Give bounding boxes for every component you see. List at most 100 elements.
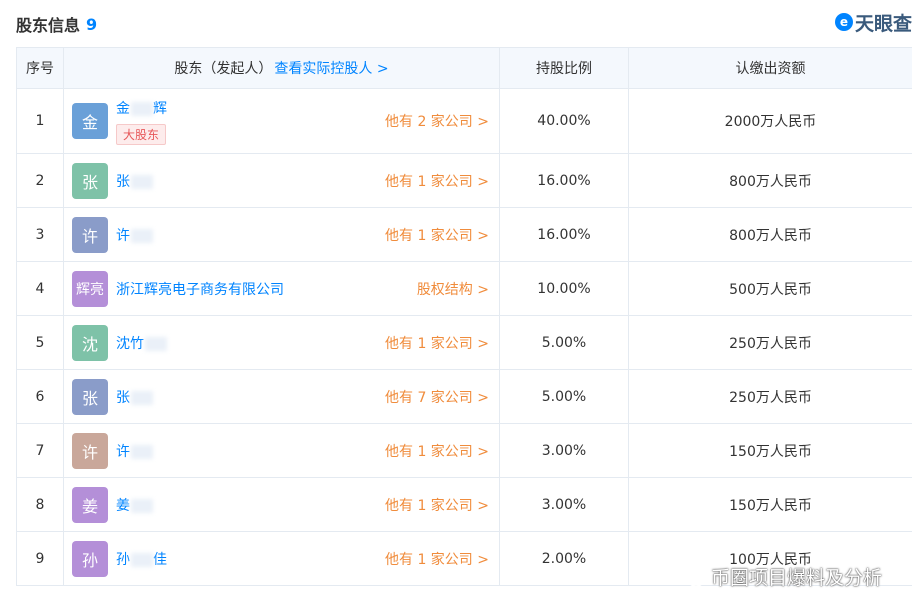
row-index: 9 [16,532,63,585]
shareholder-name: 姜 [116,497,130,514]
table-row: 5 沈沈竹 他有 1 家公司 > 5.00% 250万人民币 [16,316,912,370]
view-actual-controller-link[interactable]: 查看实际控股人 > [274,58,388,78]
shareholder-avatar[interactable]: 张 [72,378,108,415]
other-companies-link[interactable]: 他有 1 家公司 > [385,549,489,569]
holding-ratio: 5.00% [499,316,628,369]
row-index: 6 [16,370,63,423]
shareholder-name-link[interactable]: 许 [116,225,153,245]
redacted-mask [131,444,153,459]
shareholder-name-suffix: 辉 [153,100,167,117]
shareholder-name-link[interactable]: 张 [116,171,153,191]
shareholder-avatar[interactable]: 沈 [72,324,108,361]
other-companies-link[interactable]: 他有 1 家公司 > [385,225,489,245]
shareholder-avatar[interactable]: 辉亮 [72,270,108,307]
shareholder-name-wrap: 金辉大股东 [116,98,167,145]
shareholder-name-wrap: 张 [116,387,153,407]
subscribed-amount: 250万人民币 [628,316,912,369]
row-index: 2 [16,154,63,207]
subscribed-amount: 2000万人民币 [628,89,912,153]
holding-ratio: 40.00% [499,89,628,153]
shareholder-name-link[interactable]: 张 [116,387,153,407]
shareholder-name-wrap: 浙江辉亮电子商务有限公司 [116,279,284,299]
row-index: 7 [16,424,63,477]
redacted-mask [131,228,153,243]
shareholder-avatar[interactable]: 许 [72,216,108,253]
tianyancha-logo-icon: e [834,13,853,31]
row-index: 5 [16,316,63,369]
table-row: 1 金金辉大股东 他有 2 家公司 > 40.00% 2000万人民币 [16,89,912,154]
shareholder-avatar[interactable]: 许 [72,432,108,469]
other-companies-link[interactable]: 他有 1 家公司 > [385,441,489,461]
subscribed-amount: 250万人民币 [628,370,912,423]
redacted-mask [131,552,153,567]
shareholder-avatar[interactable]: 金 [72,103,108,139]
table-row: 4 辉亮 浙江辉亮电子商务有限公司 股权结构 > 10.00% 500万人民币 [16,262,912,316]
shareholder-cell: 沈沈竹 他有 1 家公司 > [63,316,499,369]
column-header-holder-label: 股东（发起人） [174,61,273,77]
table-row: 7 许许他有 1 家公司 >3.00% 150万人民币 [16,424,912,478]
subscribed-amount: 150万人民币 [628,424,912,477]
table-row: 2 张张他有 1 家公司 >16.00% 800万人民币 [16,154,912,208]
watermark: 币圈项目爆料及分析 [679,563,882,590]
shareholder-table: 序号 股东（发起人） 查看实际控股人 > 持股比例 认缴出资额 1 金金辉大股东他… [16,47,912,586]
brand-logo[interactable]: e 天眼查 [834,8,912,36]
holding-ratio: 10.00% [499,262,628,315]
redacted-mask [131,498,153,513]
table-header-row: 序号 股东（发起人） 查看实际控股人 > 持股比例 认缴出资额 [16,48,912,89]
brand-name: 天眼查 [854,12,912,35]
row-index: 1 [16,89,63,153]
shareholder-name-wrap: 孙佳 [116,549,167,569]
shareholder-cell: 孙孙佳他有 1 家公司 > [63,532,499,585]
shareholder-cell: 张张 他有 7 家公司 > [63,370,499,423]
other-companies-link[interactable]: 他有 2 家公司 > [385,111,489,131]
holding-ratio: 2.00% [499,532,628,585]
subscribed-amount: 500万人民币 [628,262,912,315]
shareholder-name: 张 [116,389,130,406]
shareholder-name: 张 [116,173,130,190]
major-shareholder-badge: 大股东 [116,123,167,145]
shareholder-cell: 许许 他有 1 家公司 > [63,424,499,477]
table-row: 3 许许他有 1 家公司 >16.00% 800万人民币 [16,208,912,262]
holding-ratio: 5.00% [499,370,628,423]
shareholder-cell: 张张 他有 1 家公司 > [63,154,499,207]
shareholder-avatar[interactable]: 姜 [72,486,108,523]
shareholder-name-link[interactable]: 浙江辉亮电子商务有限公司 [116,279,284,299]
column-header-ratio: 持股比例 [499,48,628,88]
shareholder-name-link[interactable]: 孙佳 [116,549,167,569]
other-companies-link[interactable]: 他有 1 家公司 > [385,333,489,353]
redacted-mask [131,390,153,405]
holding-ratio: 3.00% [499,424,628,477]
subscribed-amount: 800万人民币 [628,208,912,261]
shareholder-name-wrap: 姜 [116,495,153,515]
shareholder-name: 浙江辉亮电子商务有限公司 [116,281,284,298]
shareholder-name-link[interactable]: 姜 [116,495,153,515]
other-companies-link[interactable]: 他有 7 家公司 > [385,387,489,407]
shareholder-name: 沈竹 [116,335,144,352]
shareholder-name-suffix: 佳 [153,551,167,568]
section-header: 股东信息 9 [16,10,97,38]
shareholder-cell: 许许 他有 1 家公司 > [63,208,499,261]
other-companies-link[interactable]: 他有 1 家公司 > [385,495,489,515]
shareholder-avatar[interactable]: 孙 [72,540,108,577]
column-header-amount: 认缴出资额 [628,48,912,88]
section-title: 股东信息 [16,16,81,35]
row-index: 8 [16,478,63,531]
shareholder-name-link[interactable]: 沈竹 [116,333,167,353]
shareholder-avatar[interactable]: 张 [72,162,108,199]
holding-ratio: 16.00% [499,208,628,261]
other-companies-link[interactable]: 他有 1 家公司 > [385,171,489,191]
row-index: 3 [16,208,63,261]
watermark-text: 币圈项目爆料及分析 [710,567,882,589]
shareholder-name-link[interactable]: 金辉 [116,98,167,118]
column-header-holder: 股东（发起人） 查看实际控股人 > [63,48,499,88]
shareholder-cell: 辉亮 浙江辉亮电子商务有限公司 股权结构 > [63,262,499,315]
column-header-index: 序号 [16,48,63,88]
redacted-mask [145,336,167,351]
other-companies-link[interactable]: 股权结构 > [417,279,489,299]
shareholder-name: 孙 [116,551,130,568]
shareholder-name-wrap: 沈竹 [116,333,167,353]
shareholder-cell: 姜姜 他有 1 家公司 > [63,478,499,531]
shareholder-name-link[interactable]: 许 [116,441,153,461]
holding-ratio: 3.00% [499,478,628,531]
table-row: 8 姜姜他有 1 家公司 >3.00% 150万人民币 [16,478,912,532]
